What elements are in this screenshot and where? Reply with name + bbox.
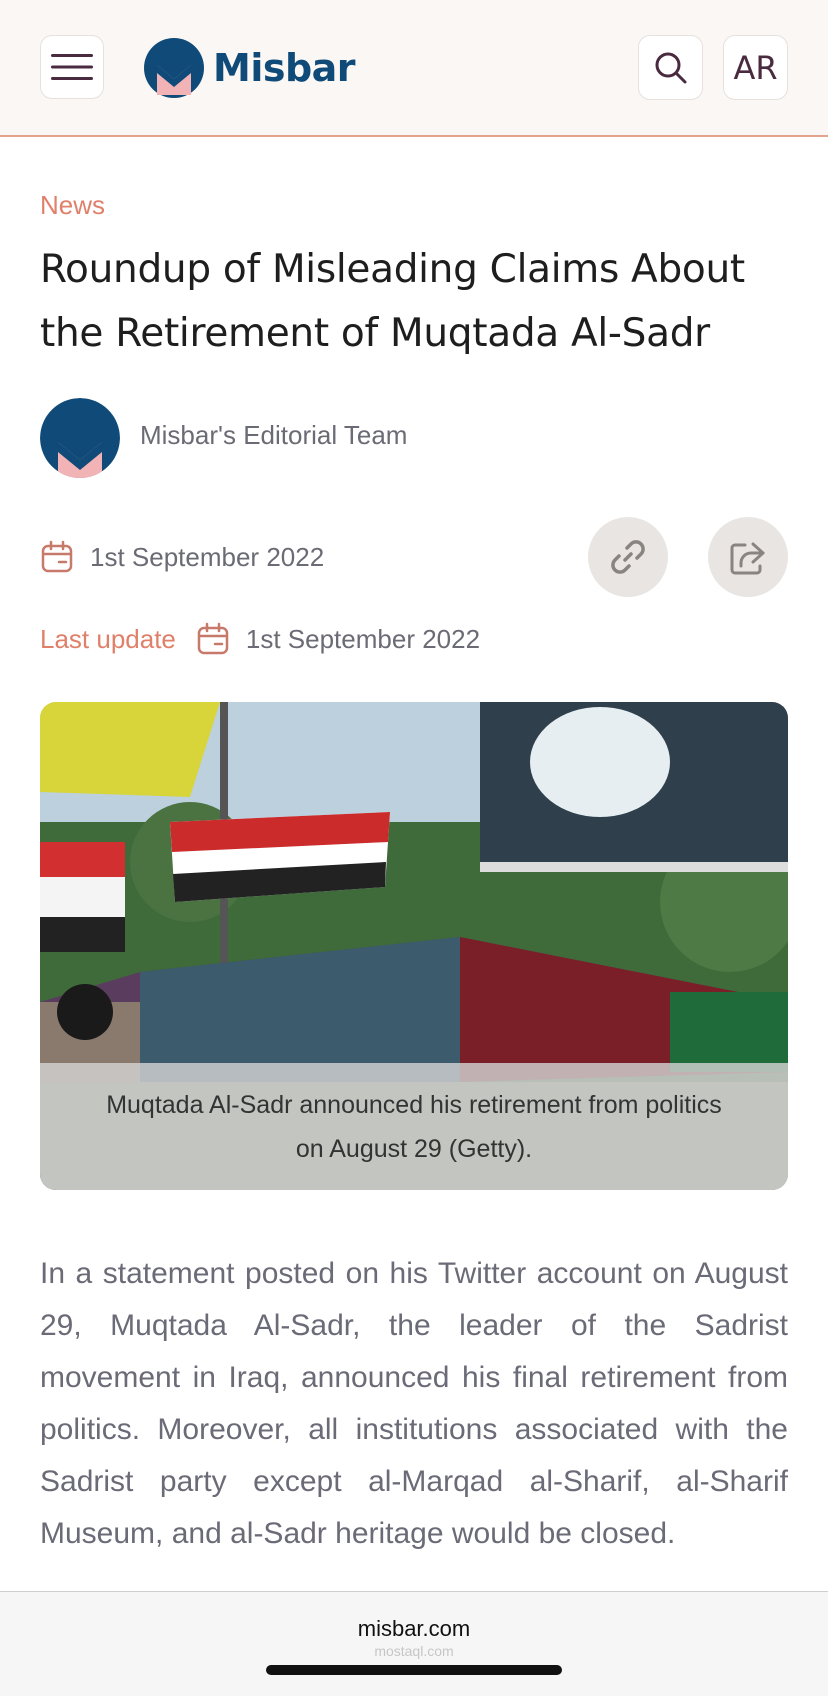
browser-url[interactable]: misbar.com: [0, 1616, 828, 1642]
link-icon: [611, 540, 645, 574]
published-date: 1st September 2022: [90, 541, 325, 572]
watermark-text: mostaql.com: [374, 1643, 454, 1659]
misbar-logo-icon: [144, 38, 204, 98]
published-date-row: 1st September 2022: [40, 540, 324, 574]
share-button[interactable]: [708, 517, 788, 597]
copy-link-button[interactable]: [588, 517, 668, 597]
home-indicator[interactable]: [266, 1665, 562, 1675]
language-toggle-button[interactable]: AR: [723, 35, 788, 100]
image-caption: Muqtada Al-Sadr announced his retirement…: [40, 1063, 788, 1190]
calendar-icon: [197, 622, 229, 655]
last-update-row: Last update 1st September 2022: [40, 622, 480, 656]
updated-date: 1st September 2022: [245, 623, 481, 654]
author-avatar[interactable]: [40, 398, 120, 478]
brand-name: Misbar: [213, 46, 356, 90]
search-icon: [655, 52, 686, 83]
article-hero-image: Muqtada Al-Sadr announced his retirement…: [40, 702, 788, 1190]
search-button[interactable]: [638, 35, 703, 100]
article-category[interactable]: News: [40, 190, 105, 221]
article-body-paragraph: In a statement posted on his Twitter acc…: [40, 1257, 788, 1550]
site-logo[interactable]: Misbar: [143, 36, 356, 100]
calendar-icon: [41, 540, 73, 573]
site-header: Misbar AR: [0, 0, 828, 137]
share-icon: [730, 542, 765, 575]
author-name[interactable]: Misbar's Editorial Team: [140, 420, 407, 451]
article-title: Roundup of Misleading Claims About the R…: [40, 247, 745, 356]
last-update-label: Last update: [40, 623, 176, 654]
hamburger-menu-icon: [51, 54, 93, 80]
menu-button[interactable]: [40, 35, 104, 99]
